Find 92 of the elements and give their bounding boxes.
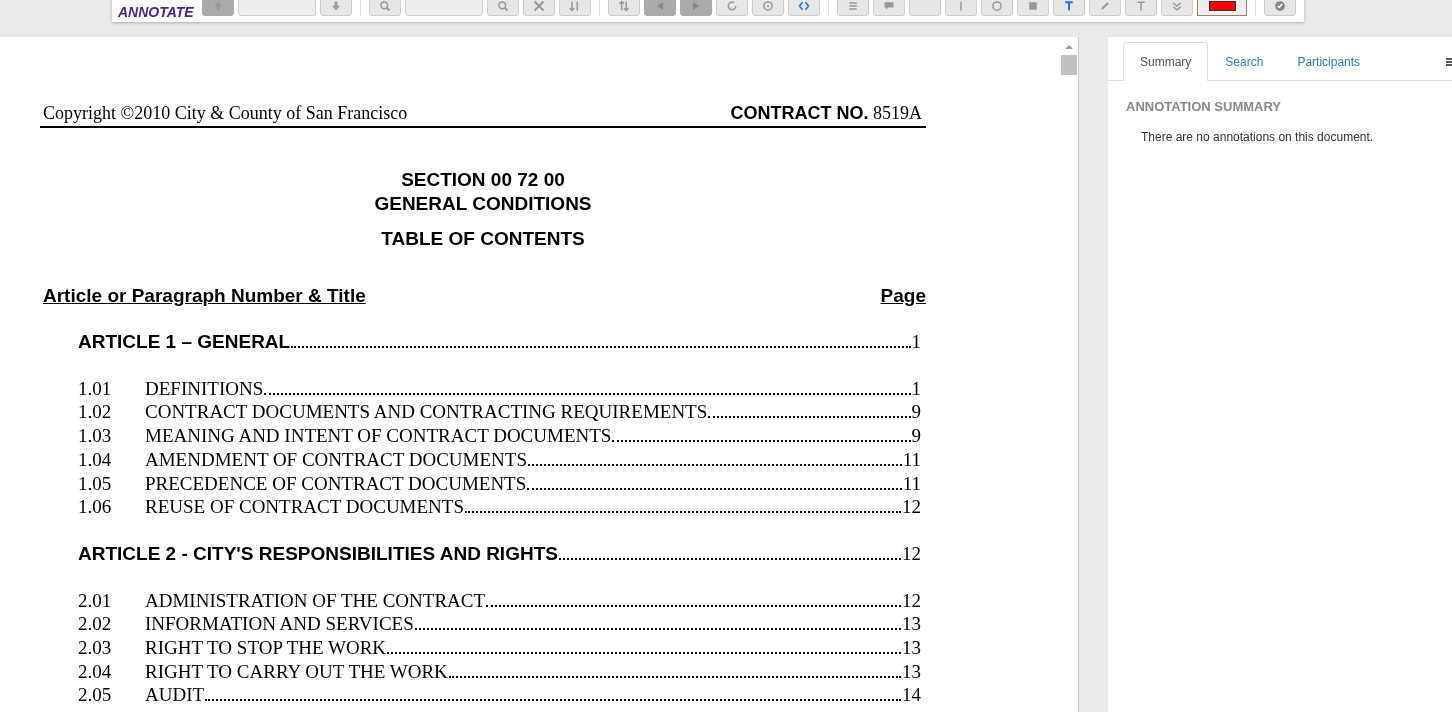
paragraph-title: MEANING AND INTENT OF CONTRACT DOCUMENTS	[145, 424, 612, 448]
vertical-arrows-icon	[618, 0, 630, 12]
page-number: 9	[911, 424, 921, 448]
copyright-text: Copyright ©2010 City & County of San Francisco	[43, 103, 408, 124]
scroll-up-icon[interactable]	[1065, 44, 1073, 50]
pencil-icon	[1099, 0, 1111, 12]
toolbar-button[interactable]	[752, 0, 784, 16]
toolbar-button[interactable]	[1264, 0, 1296, 16]
paragraph-number: 1.01	[78, 376, 113, 401]
column-heading: Article or Paragraph Number & Title	[43, 285, 366, 307]
paragraph-title: AUDIT	[145, 683, 205, 708]
contract-number: CONTRACT NO. 8519A	[730, 103, 922, 124]
sort-icon	[569, 0, 581, 12]
paragraph-title: REUSE OF CONTRACT DOCUMENTS	[145, 495, 464, 519]
toolbar-button[interactable]	[1089, 0, 1121, 16]
toolbar-button[interactable]	[1017, 0, 1049, 16]
toolbar-button[interactable]	[1161, 0, 1193, 16]
zoom-out-icon	[379, 0, 391, 12]
chevrons-icon	[1171, 0, 1183, 12]
page-number: 13	[902, 612, 921, 637]
page-number: 9	[911, 400, 921, 425]
paragraph-number: 1.02	[78, 400, 113, 425]
tab[interactable]: Summary	[1123, 42, 1209, 81]
paragraph-title: AMENDMENT OF CONTRACT DOCUMENTS	[145, 447, 527, 472]
page-number: 13	[902, 659, 921, 684]
article-title: ARTICLE 1 – GENERAL	[78, 330, 291, 354]
page-number: 13	[902, 636, 921, 660]
page-number: 11	[902, 447, 921, 472]
paragraph-title: RIGHT TO CARRY OUT THE WORK	[145, 659, 448, 684]
code-icon	[798, 0, 810, 12]
lines-icon	[847, 0, 859, 12]
toolbar-button[interactable]	[945, 0, 977, 16]
toolbar-button[interactable]	[320, 0, 352, 16]
paragraph-number: 2.03	[78, 636, 113, 660]
menu-icon[interactable]	[1446, 56, 1452, 68]
paragraph-title: PRECEDENCE OF CONTRACT DOCUMENTS	[145, 471, 527, 496]
paragraph-number: 2.05	[78, 683, 113, 708]
section-title: GENERAL CONDITIONS	[374, 192, 592, 216]
toc-title: TABLE OF CONTENTS	[381, 227, 585, 251]
input-field[interactable]	[238, 0, 316, 16]
paragraph-number: 2.04	[78, 659, 113, 684]
paragraph-number: 1.03	[78, 424, 113, 448]
column-heading: Page	[880, 285, 926, 307]
color-picker[interactable]	[1197, 0, 1247, 16]
toolbar-button[interactable]	[1053, 0, 1085, 16]
text-icon	[1063, 0, 1075, 12]
toolbar-button[interactable]	[559, 0, 591, 16]
paragraph-title: ADMINISTRATION OF THE CONTRACT	[145, 588, 486, 613]
paragraph-number: 1.04	[78, 447, 113, 472]
toolbar-button[interactable]	[981, 0, 1013, 16]
down-arrow-icon	[330, 0, 342, 12]
toolbar-button[interactable]	[1125, 0, 1157, 16]
toolbar-button[interactable]	[873, 0, 905, 16]
paragraph-title: CONTRACT DOCUMENTS AND CONTRACTING REQUIREMENTS	[145, 400, 708, 425]
section-number: SECTION 00 72 00	[401, 168, 565, 192]
circle-icon	[762, 0, 774, 12]
paragraph-title: DEFINITIONS	[145, 376, 264, 401]
speech-bubble-icon	[883, 0, 895, 12]
tab[interactable]: Participants	[1280, 42, 1378, 81]
square-icon	[1027, 0, 1039, 12]
toolbar-button[interactable]	[487, 0, 519, 16]
paragraph-number: 1.06	[78, 495, 113, 519]
toolbar-button[interactable]	[837, 0, 869, 16]
paragraph-title: INFORMATION AND SERVICES	[145, 612, 414, 637]
scrollbar-thumb[interactable]	[1061, 55, 1077, 75]
toolbar-button[interactable]	[608, 0, 640, 16]
page-number: 12	[902, 541, 921, 566]
panel-heading: ANNOTATION SUMMARY	[1126, 99, 1283, 114]
page-number: 1	[911, 376, 921, 401]
paragraph-number: 2.02	[78, 612, 113, 637]
paragraph-number: 1.05	[78, 471, 113, 496]
toolbar-button[interactable]	[788, 0, 820, 16]
article-title: ARTICLE 2 - CITY'S RESPONSIBILITIES AND RIGHTS	[78, 541, 558, 566]
page-number: 1	[911, 330, 921, 354]
toolbar-button[interactable]	[369, 0, 401, 16]
toolbar-button[interactable]	[716, 0, 748, 16]
empty-message: There are no annotations on this document.	[1141, 130, 1375, 144]
zoom-in-icon	[497, 0, 509, 12]
input-field[interactable]	[405, 0, 483, 16]
paragraph-number: 2.01	[78, 588, 113, 613]
logo: ANNOTATE	[118, 5, 195, 19]
ring-icon	[991, 0, 1003, 12]
paragraph-title: RIGHT TO STOP THE WORK	[145, 636, 387, 660]
page-number: 12	[902, 588, 921, 613]
rotate-icon	[726, 0, 738, 12]
check-icon	[1274, 0, 1286, 12]
tab[interactable]: Search	[1208, 42, 1281, 81]
page-number: 12	[902, 495, 921, 519]
text-icon	[1135, 0, 1147, 12]
toolbar-button[interactable]	[523, 0, 555, 16]
page-number: 11	[902, 471, 921, 496]
page-number: 14	[902, 683, 921, 708]
